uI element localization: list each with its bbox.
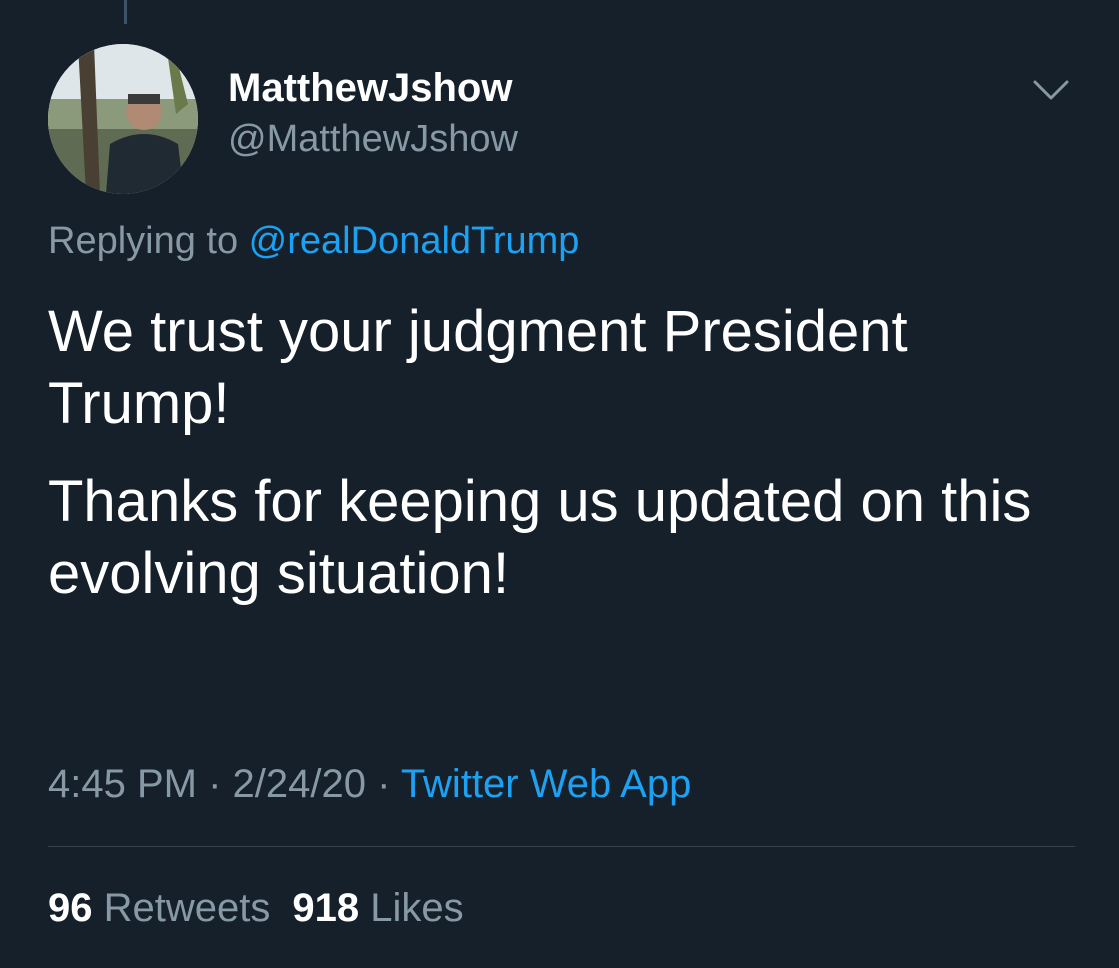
author-handle[interactable]: @MatthewJshow — [228, 116, 518, 162]
tweet-body: We trust your judgment President Trump! … — [48, 296, 1058, 636]
avatar-photo — [48, 44, 198, 194]
engagement-stats: 96 Retweets 918 Likes — [48, 882, 464, 934]
likes-label: Likes — [370, 886, 464, 930]
tweet-detail: MatthewJshow @MatthewJshow Replying to @… — [0, 0, 1119, 968]
replying-to-line: Replying to @realDonaldTrump — [48, 216, 579, 266]
author-display-name[interactable]: MatthewJshow — [228, 64, 518, 112]
chevron-down-icon[interactable] — [1031, 76, 1071, 104]
meta-separator: · — [365, 762, 401, 806]
meta-separator: · — [196, 762, 233, 806]
likes-count: 918 — [292, 886, 360, 930]
tweet-source-link[interactable]: Twitter Web App — [401, 762, 692, 806]
retweets-stat[interactable]: 96 Retweets — [48, 886, 270, 930]
tweet-date[interactable]: 2/24/20 — [233, 762, 366, 806]
reply-mention-link[interactable]: @realDonaldTrump — [249, 220, 580, 262]
tweet-paragraph: We trust your judgment President Trump! — [48, 299, 908, 436]
author-info[interactable]: MatthewJshow @MatthewJshow — [228, 64, 518, 162]
likes-stat[interactable]: 918 Likes — [292, 886, 463, 930]
avatar[interactable] — [48, 44, 198, 194]
divider — [48, 846, 1075, 847]
thread-connector-line — [124, 0, 127, 24]
replying-to-label: Replying to — [48, 220, 249, 262]
tweet-time[interactable]: 4:45 PM — [48, 762, 197, 806]
retweets-label: Retweets — [103, 886, 271, 930]
tweet-paragraph: Thanks for keeping us updated on this ev… — [48, 469, 1032, 606]
retweets-count: 96 — [48, 886, 93, 930]
tweet-metadata: 4:45 PM · 2/24/20 · Twitter Web App — [48, 758, 691, 810]
